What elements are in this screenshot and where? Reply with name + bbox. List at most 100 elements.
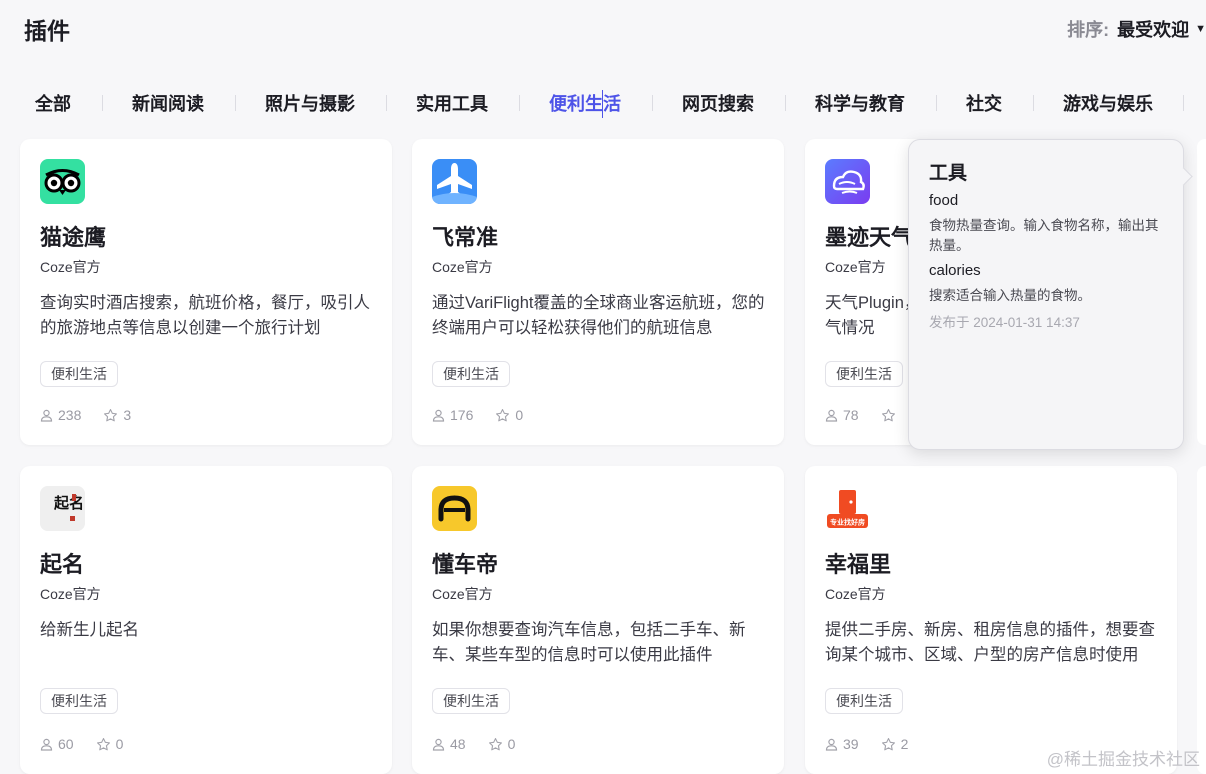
favorites-count: 3 <box>123 407 132 423</box>
user-icon <box>40 738 53 751</box>
users-stat: 39 <box>825 736 859 752</box>
favorites-count: 0 <box>115 736 124 752</box>
watermark: @稀土掘金技术社区 <box>1046 750 1200 769</box>
plugin-card-xingfuli[interactable]: 专业找好房 幸福里 Coze官方 提供二手房、新房、租房信息的插件，想要查询某个… <box>805 466 1177 774</box>
plugin-name: 墨迹天气 <box>825 225 914 250</box>
plugin-stats: 39 2 <box>825 736 930 752</box>
plugin-description: 查询实时酒店搜索，航班价格，餐厅，吸引人的旅游地点等信息以创建一个旅行计划 <box>40 294 370 337</box>
users-count: 78 <box>843 407 859 423</box>
plugin-description: 如果你想要查询汽车信息，包括二手车、新车、某些车型的信息时可以使用此插件 <box>432 621 746 664</box>
plugin-name: 幸福里 <box>825 552 892 577</box>
plugin-stats: 176 0 <box>432 407 545 423</box>
tool-name: food <box>929 192 959 209</box>
tab-divider <box>519 95 520 111</box>
tab-utilities[interactable]: 实用工具 <box>416 90 488 116</box>
tab-divider <box>652 95 653 111</box>
plugin-author: Coze官方 <box>40 586 101 602</box>
plugin-stats: 48 0 <box>432 736 537 752</box>
star-icon <box>104 408 118 421</box>
plugin-author: Coze官方 <box>40 259 101 275</box>
tool-description: 食物热量查询。输入食物名称，输出其热量。 <box>929 218 1159 253</box>
tab-science[interactable]: 科学与教育 <box>815 90 905 116</box>
tab-divider <box>102 95 103 111</box>
tools-tooltip: 工具 food 食物热量查询。输入食物名称，输出其热量。 calories 搜索… <box>908 139 1184 450</box>
plugin-name: 懂车帝 <box>432 552 499 577</box>
users-stat: 48 <box>432 736 466 752</box>
tool-name: calories <box>929 262 981 279</box>
calligraphy-icon: 起名 <box>40 486 85 531</box>
tab-games[interactable]: 游戏与娱乐 <box>1063 90 1153 116</box>
plugin-card-tripadvisor[interactable]: 猫途鹰 Coze官方 查询实时酒店搜索，航班价格，餐厅，吸引人的旅游地点等信息以… <box>20 139 392 445</box>
favorites-stat[interactable]: 3 <box>103 407 131 423</box>
favorites-count: 0 <box>507 736 516 752</box>
tab-divider <box>1033 95 1034 111</box>
tooltip-title: 工具 <box>929 163 968 184</box>
airplane-icon <box>432 159 477 204</box>
plugin-author: Coze官方 <box>432 586 493 602</box>
category-tag: 便利生活 <box>825 361 903 387</box>
favorites-count: 0 <box>515 407 524 423</box>
favorites-stat[interactable] <box>881 408 901 423</box>
user-icon <box>432 409 445 422</box>
plugin-name: 起名 <box>40 552 85 577</box>
sort-dropdown[interactable]: 排序: 最受欢迎 ▼ <box>1067 16 1206 42</box>
users-stat: 78 <box>825 407 859 423</box>
tripadvisor-owl-icon <box>40 159 85 204</box>
plugin-name: 飞常准 <box>432 225 499 250</box>
category-tag: 便利生活 <box>432 361 510 387</box>
favorites-stat[interactable]: 0 <box>495 407 523 423</box>
tab-divider <box>936 95 937 111</box>
user-icon <box>40 409 53 422</box>
tab-all[interactable]: 全部 <box>35 90 71 116</box>
cloud-icon <box>825 159 870 204</box>
category-tag: 便利生活 <box>40 688 118 714</box>
user-icon <box>432 738 445 751</box>
users-count: 48 <box>450 736 466 752</box>
plugin-card-dongchedi[interactable]: 懂车帝 Coze官方 如果你想要查询汽车信息，包括二手车、新车、某些车型的信息时… <box>412 466 784 774</box>
plugin-author: Coze官方 <box>825 259 886 275</box>
star-icon <box>96 737 110 750</box>
plugin-stats: 238 3 <box>40 407 153 423</box>
sort-value[interactable]: 最受欢迎 <box>1117 16 1189 42</box>
plugin-author: Coze官方 <box>825 586 886 602</box>
tab-news[interactable]: 新闻阅读 <box>132 90 204 116</box>
sort-label: 排序: <box>1067 20 1110 40</box>
plugin-stats: 60 0 <box>40 736 145 752</box>
tab-web-search[interactable]: 网页搜索 <box>682 90 754 116</box>
category-tag: 便利生活 <box>40 361 118 387</box>
tab-social[interactable]: 社交 <box>966 90 1002 116</box>
users-count: 238 <box>58 407 82 423</box>
tab-divider <box>386 95 387 111</box>
users-count: 39 <box>843 736 859 752</box>
star-icon <box>496 408 510 421</box>
tab-divider <box>235 95 236 111</box>
user-icon <box>825 738 838 751</box>
favorites-stat[interactable]: 0 <box>488 736 516 752</box>
plugin-card-partial[interactable] <box>1197 139 1206 445</box>
star-icon <box>488 737 502 750</box>
tab-lifestyle[interactable]: 便利生活 <box>549 90 621 116</box>
plugin-card-variflight[interactable]: 飞常准 Coze官方 通过VariFlight覆盖的全球商业客运航班，您的终端用… <box>412 139 784 445</box>
calligraphy-char-1: 起名 <box>53 494 84 512</box>
user-icon <box>825 409 838 422</box>
users-count: 176 <box>450 407 474 423</box>
tab-divider <box>785 95 786 111</box>
favorites-stat[interactable]: 0 <box>96 736 124 752</box>
car-icon <box>432 486 477 531</box>
tab-divider <box>1183 95 1184 111</box>
publish-date: 发布于 2024-01-31 14:37 <box>929 315 1080 330</box>
tab-photo[interactable]: 照片与摄影 <box>265 90 355 116</box>
plugin-author: Coze官方 <box>432 259 493 275</box>
category-tag: 便利生活 <box>825 688 903 714</box>
plugin-description: 给新生儿起名 <box>40 621 139 639</box>
users-stat: 238 <box>40 407 81 423</box>
plugin-card-partial[interactable] <box>1197 466 1206 774</box>
plugin-card-naming[interactable]: 起名 起名 Coze官方 给新生儿起名 便利生活 60 0 <box>20 466 392 774</box>
page-title: 插件 <box>24 18 70 44</box>
users-stat: 176 <box>432 407 473 423</box>
house-badge-text: 专业找好房 <box>830 518 865 527</box>
category-tag: 便利生活 <box>432 688 510 714</box>
caret-down-icon[interactable]: ▼ <box>1195 23 1206 35</box>
favorites-stat[interactable]: 2 <box>881 736 908 752</box>
plugin-name: 猫途鹰 <box>40 225 107 250</box>
